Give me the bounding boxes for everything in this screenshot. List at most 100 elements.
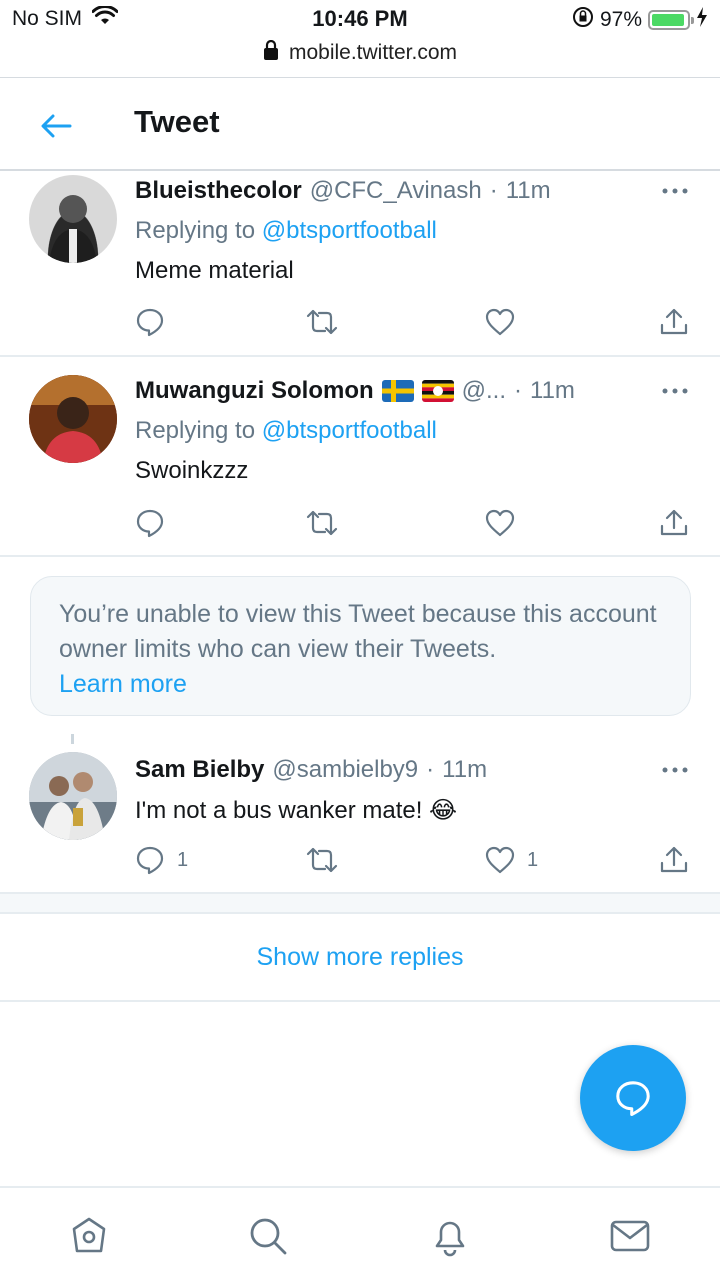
mention-link[interactable]: @btsportfootball	[262, 217, 437, 244]
like-button[interactable]	[485, 503, 515, 543]
compose-reply-button[interactable]	[580, 1045, 686, 1151]
tweet-header: Muwanguzi Solomon @... · 11m	[135, 377, 690, 405]
back-arrow-icon	[41, 114, 72, 138]
avatar[interactable]	[29, 175, 117, 263]
uganda-flag-icon	[421, 380, 454, 402]
heart-icon	[485, 308, 515, 336]
search-icon	[250, 1218, 287, 1255]
retweet-icon	[306, 847, 338, 873]
tweet-time[interactable]: 11m	[442, 756, 487, 784]
more-options-button[interactable]	[660, 179, 690, 203]
like-button[interactable]	[485, 302, 515, 342]
tweet-text: I'm not a bus wanker mate! 😂	[135, 797, 458, 824]
rotation-lock-icon	[572, 6, 594, 34]
author-handle[interactable]: @CFC_Avinash	[310, 177, 482, 205]
tweet-header: Sam Bielby @sambielby9 · 11m	[135, 756, 690, 784]
separator-dot: ·	[426, 756, 435, 783]
status-bar: No SIM 10:46 PM 97% mobile.twitter.com	[0, 0, 720, 78]
author-name[interactable]: Blueisthecolor	[135, 177, 302, 205]
more-dots-icon	[662, 767, 688, 773]
show-more-label: Show more replies	[256, 942, 464, 971]
more-dots-icon	[662, 188, 688, 194]
author-name[interactable]: Sam Bielby	[135, 756, 264, 784]
url-text: mobile.twitter.com	[288, 41, 458, 64]
notice-text: You’re unable to view this Tweet because…	[59, 600, 657, 663]
tweet-text: Swoinkzzz	[135, 457, 249, 484]
reply-button[interactable]	[135, 503, 165, 543]
avatar[interactable]	[29, 752, 117, 840]
retweet-button[interactable]	[305, 302, 339, 342]
tweet[interactable]: Sam Bielby @sambielby9 · 11m I'm not a b…	[0, 744, 720, 894]
nav-explore[interactable]	[244, 1212, 292, 1260]
unavailable-tweet-notice: You’re unable to view this Tweet because…	[30, 576, 691, 716]
tweet-text: Meme material	[135, 257, 294, 284]
lock-icon	[263, 39, 279, 66]
retweet-icon	[306, 510, 338, 536]
separator-dot: ·	[489, 177, 498, 204]
reply-icon	[136, 846, 164, 875]
reply-button[interactable]	[135, 302, 165, 342]
home-icon	[72, 1217, 106, 1253]
nav-home[interactable]	[65, 1212, 113, 1260]
reply-button[interactable]: 1	[135, 840, 188, 880]
author-handle[interactable]: @...	[462, 377, 506, 405]
avatar[interactable]	[29, 375, 117, 463]
tweet-time[interactable]: 11m	[506, 177, 551, 205]
show-more-replies-button[interactable]: Show more replies	[0, 912, 720, 1002]
learn-more-link[interactable]: Learn more	[59, 667, 662, 702]
share-icon	[660, 509, 688, 536]
tweet-body: Sam Bielby @sambielby9 · 11m I'm not a b…	[135, 756, 690, 825]
share-button[interactable]	[659, 302, 689, 342]
retweet-icon	[306, 309, 338, 335]
page-title: Tweet	[134, 104, 220, 139]
sweden-flag-icon	[381, 380, 414, 402]
replying-prefix: Replying to	[135, 417, 256, 444]
bell-icon	[435, 1221, 465, 1257]
replying-to: Replying to @btsportfootball	[135, 417, 690, 445]
tweet-time[interactable]: 11m	[530, 377, 575, 405]
thread-connector	[71, 734, 74, 744]
tweet-actions	[135, 302, 695, 342]
more-options-button[interactable]	[660, 758, 690, 782]
author-name[interactable]: Muwanguzi Solomon	[135, 377, 374, 405]
tweet-header: Blueisthecolor @CFC_Avinash · 11m	[135, 177, 690, 205]
more-dots-icon	[662, 388, 688, 394]
back-button[interactable]	[34, 104, 78, 148]
tweet[interactable]: Blueisthecolor @CFC_Avinash · 11m Replyi…	[0, 171, 720, 357]
nav-notifications[interactable]	[426, 1212, 474, 1260]
replying-prefix: Replying to	[135, 217, 256, 244]
heart-icon	[485, 846, 515, 874]
reply-icon	[136, 308, 164, 337]
like-count: 1	[527, 848, 539, 871]
retweet-button[interactable]	[305, 503, 339, 543]
replying-to: Replying to @btsportfootball	[135, 217, 690, 245]
section-gap	[0, 894, 720, 912]
share-button[interactable]	[659, 840, 689, 880]
bottom-nav	[0, 1186, 720, 1280]
tweet-actions: 1 1	[135, 840, 695, 880]
reply-count: 1	[177, 848, 189, 871]
url-bar[interactable]: mobile.twitter.com	[0, 39, 720, 66]
page-header: Tweet	[0, 78, 720, 171]
author-handle[interactable]: @sambielby9	[272, 756, 418, 784]
tweet-body: Blueisthecolor @CFC_Avinash · 11m Replyi…	[135, 177, 690, 285]
reply-icon	[616, 1081, 650, 1116]
share-icon	[660, 308, 688, 335]
nav-messages[interactable]	[606, 1212, 654, 1260]
more-options-button[interactable]	[660, 379, 690, 403]
reply-icon	[136, 509, 164, 538]
status-right: 97%	[572, 6, 708, 34]
share-button[interactable]	[659, 503, 689, 543]
tweet-body: Muwanguzi Solomon @... · 11m Replying to…	[135, 377, 690, 485]
battery-icon	[648, 10, 694, 30]
battery-percent: 97%	[599, 8, 642, 31]
mail-icon	[610, 1220, 650, 1252]
share-icon	[660, 846, 688, 873]
mention-link[interactable]: @btsportfootball	[262, 417, 437, 444]
tweet-actions	[135, 503, 695, 543]
like-button[interactable]: 1	[485, 840, 538, 880]
charging-icon	[696, 7, 708, 33]
separator-dot: ·	[514, 377, 523, 404]
retweet-button[interactable]	[305, 840, 339, 880]
tweet[interactable]: Muwanguzi Solomon @... · 11m Replying to…	[0, 357, 720, 557]
